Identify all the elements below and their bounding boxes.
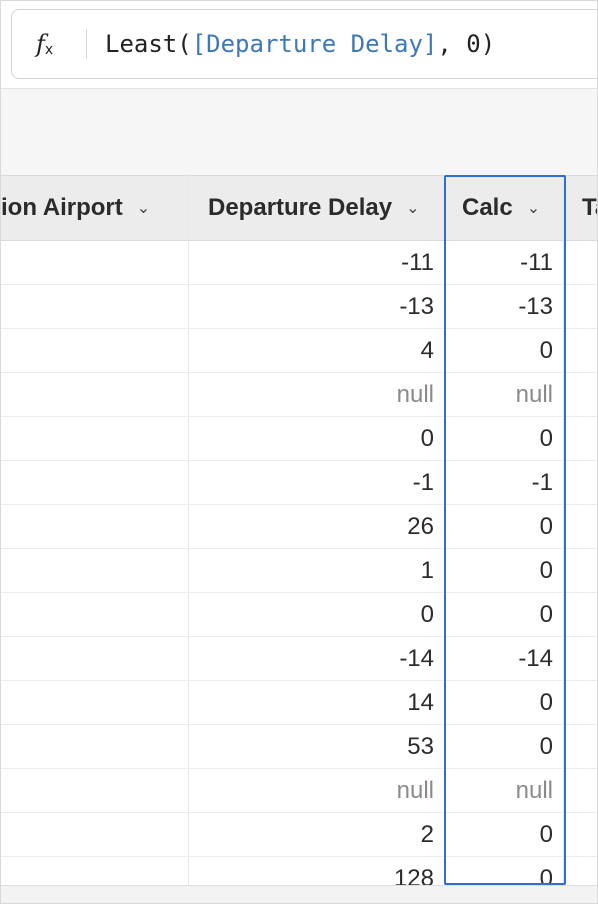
cell-calc[interactable]: -1 [445,461,553,505]
cell-next[interactable] [564,857,597,887]
table-row[interactable]: 00 [1,593,597,637]
table-row[interactable]: 128 0 [1,857,597,887]
cell-departure-delay[interactable]: 14 [189,681,434,725]
cell-destination-airport[interactable] [1,725,187,769]
table-row[interactable]: -1 -1 [1,461,597,505]
cell-next[interactable] [564,725,597,769]
cell-departure-delay[interactable]: 0 [189,593,434,637]
cell-departure-delay[interactable]: -11 [189,241,434,285]
cell-next[interactable] [564,329,597,373]
cell-destination-airport[interactable] [1,857,187,887]
cell-destination-airport[interactable] [1,637,187,681]
fx-icon: fx [36,30,54,58]
cell-departure-delay[interactable]: 128 [189,857,434,887]
cell-departure-delay[interactable]: -14 [189,637,434,681]
cell-destination-airport[interactable] [1,285,187,329]
cell-departure-delay[interactable]: 26 [189,505,434,549]
formula-bar[interactable]: fx Least([Departure Delay], 0) [11,9,597,79]
table-row[interactable]: -11 -11 [1,241,597,285]
formula-input[interactable]: Least([Departure Delay], 0) [105,30,495,58]
cell-destination-airport[interactable] [1,373,187,417]
cell-calc[interactable]: -14 [445,637,553,681]
cell-next[interactable] [564,637,597,681]
cell-calc[interactable]: -13 [445,285,553,329]
cell-next[interactable] [564,681,597,725]
cell-next[interactable] [564,417,597,461]
cell-next[interactable] [564,285,597,329]
cell-departure-delay[interactable]: -1 [189,461,434,505]
cell-next[interactable] [564,373,597,417]
cell-destination-airport[interactable] [1,329,187,373]
table-row[interactable]: -13 -13 [1,285,597,329]
table-toolbar-area [1,89,597,175]
formula-column-reference: [Departure Delay] [191,30,438,58]
cell-calc[interactable]: 0 [445,813,553,857]
cell-calc[interactable]: 0 [445,681,553,725]
table-row[interactable]: 14 0 [1,681,597,725]
cell-destination-airport[interactable] [1,505,187,549]
chevron-down-icon[interactable]: ⌄ [527,177,540,241]
chevron-down-icon[interactable]: ⌄ [406,177,419,241]
table-row[interactable]: 00 [1,417,597,461]
formula-function: Least( [105,30,192,58]
cell-calc[interactable]: 0 [445,329,553,373]
table-row[interactable]: 10 [1,549,597,593]
cell-destination-airport[interactable] [1,549,187,593]
cell-next[interactable] [564,813,597,857]
cell-next[interactable] [564,549,597,593]
column-header-calc[interactable]: Calc ⌄ [462,176,540,240]
cell-departure-delay[interactable]: 1 [189,549,434,593]
data-grid: tion Airport⌄ Departure Delay⌄ Calc⌄ Ta … [1,175,597,887]
cell-next[interactable] [564,461,597,505]
table-row[interactable]: 53 0 [1,725,597,769]
cell-departure-delay[interactable]: 4 [189,329,434,373]
table-row[interactable]: 40 [1,329,597,373]
cell-calc[interactable]: 0 [445,593,553,637]
table-row[interactable]: 20 [1,813,597,857]
cell-departure-delay[interactable]: null [189,769,434,813]
cell-calc[interactable]: 0 [445,505,553,549]
worksheet-panel: fx Least([Departure Delay], 0) tion Airp… [0,0,598,904]
formula-separator [86,29,87,59]
cell-calc[interactable]: 0 [445,417,553,461]
cell-calc[interactable]: null [445,769,553,813]
cell-destination-airport[interactable] [1,241,187,285]
cell-calc[interactable]: 0 [445,549,553,593]
column-header-row: tion Airport ⌄ Departure Delay ⌄ Calc ⌄ Ta [1,175,597,241]
column-header-label: tion Airport [1,194,123,221]
column-header-label: Calc [462,194,513,221]
cell-destination-airport[interactable] [1,593,187,637]
table-row[interactable]: null null [1,769,597,813]
cell-calc[interactable]: null [445,373,553,417]
cell-departure-delay[interactable]: 53 [189,725,434,769]
table-row[interactable]: -14 -14 [1,637,597,681]
column-header-departure-delay[interactable]: Departure Delay ⌄ [208,176,419,240]
table-row[interactable]: null null [1,373,597,417]
formula-arguments: , 0) [437,30,496,58]
cell-next[interactable] [564,505,597,549]
column-header-destination-airport[interactable]: tion Airport ⌄ [1,176,150,240]
chevron-down-icon[interactable]: ⌄ [137,177,150,241]
cell-calc[interactable]: -11 [445,241,553,285]
cell-destination-airport[interactable] [1,461,187,505]
column-header-label: Ta [582,194,597,221]
cell-destination-airport[interactable] [1,813,187,857]
cell-departure-delay[interactable]: 2 [189,813,434,857]
cell-departure-delay[interactable]: -13 [189,285,434,329]
cell-next[interactable] [564,593,597,637]
cell-destination-airport[interactable] [1,417,187,461]
cell-departure-delay[interactable]: null [189,373,434,417]
cell-next[interactable] [564,241,597,285]
cell-calc[interactable]: 0 [445,725,553,769]
cell-destination-airport[interactable] [1,769,187,813]
horizontal-scrollbar[interactable] [1,885,597,903]
cell-departure-delay[interactable]: 0 [189,417,434,461]
cell-calc[interactable]: 0 [445,857,553,887]
table-row[interactable]: 26 0 [1,505,597,549]
cell-destination-airport[interactable] [1,681,187,725]
column-header-next[interactable]: Ta [582,176,597,240]
cell-next[interactable] [564,769,597,813]
column-header-label: Departure Delay [208,194,393,221]
